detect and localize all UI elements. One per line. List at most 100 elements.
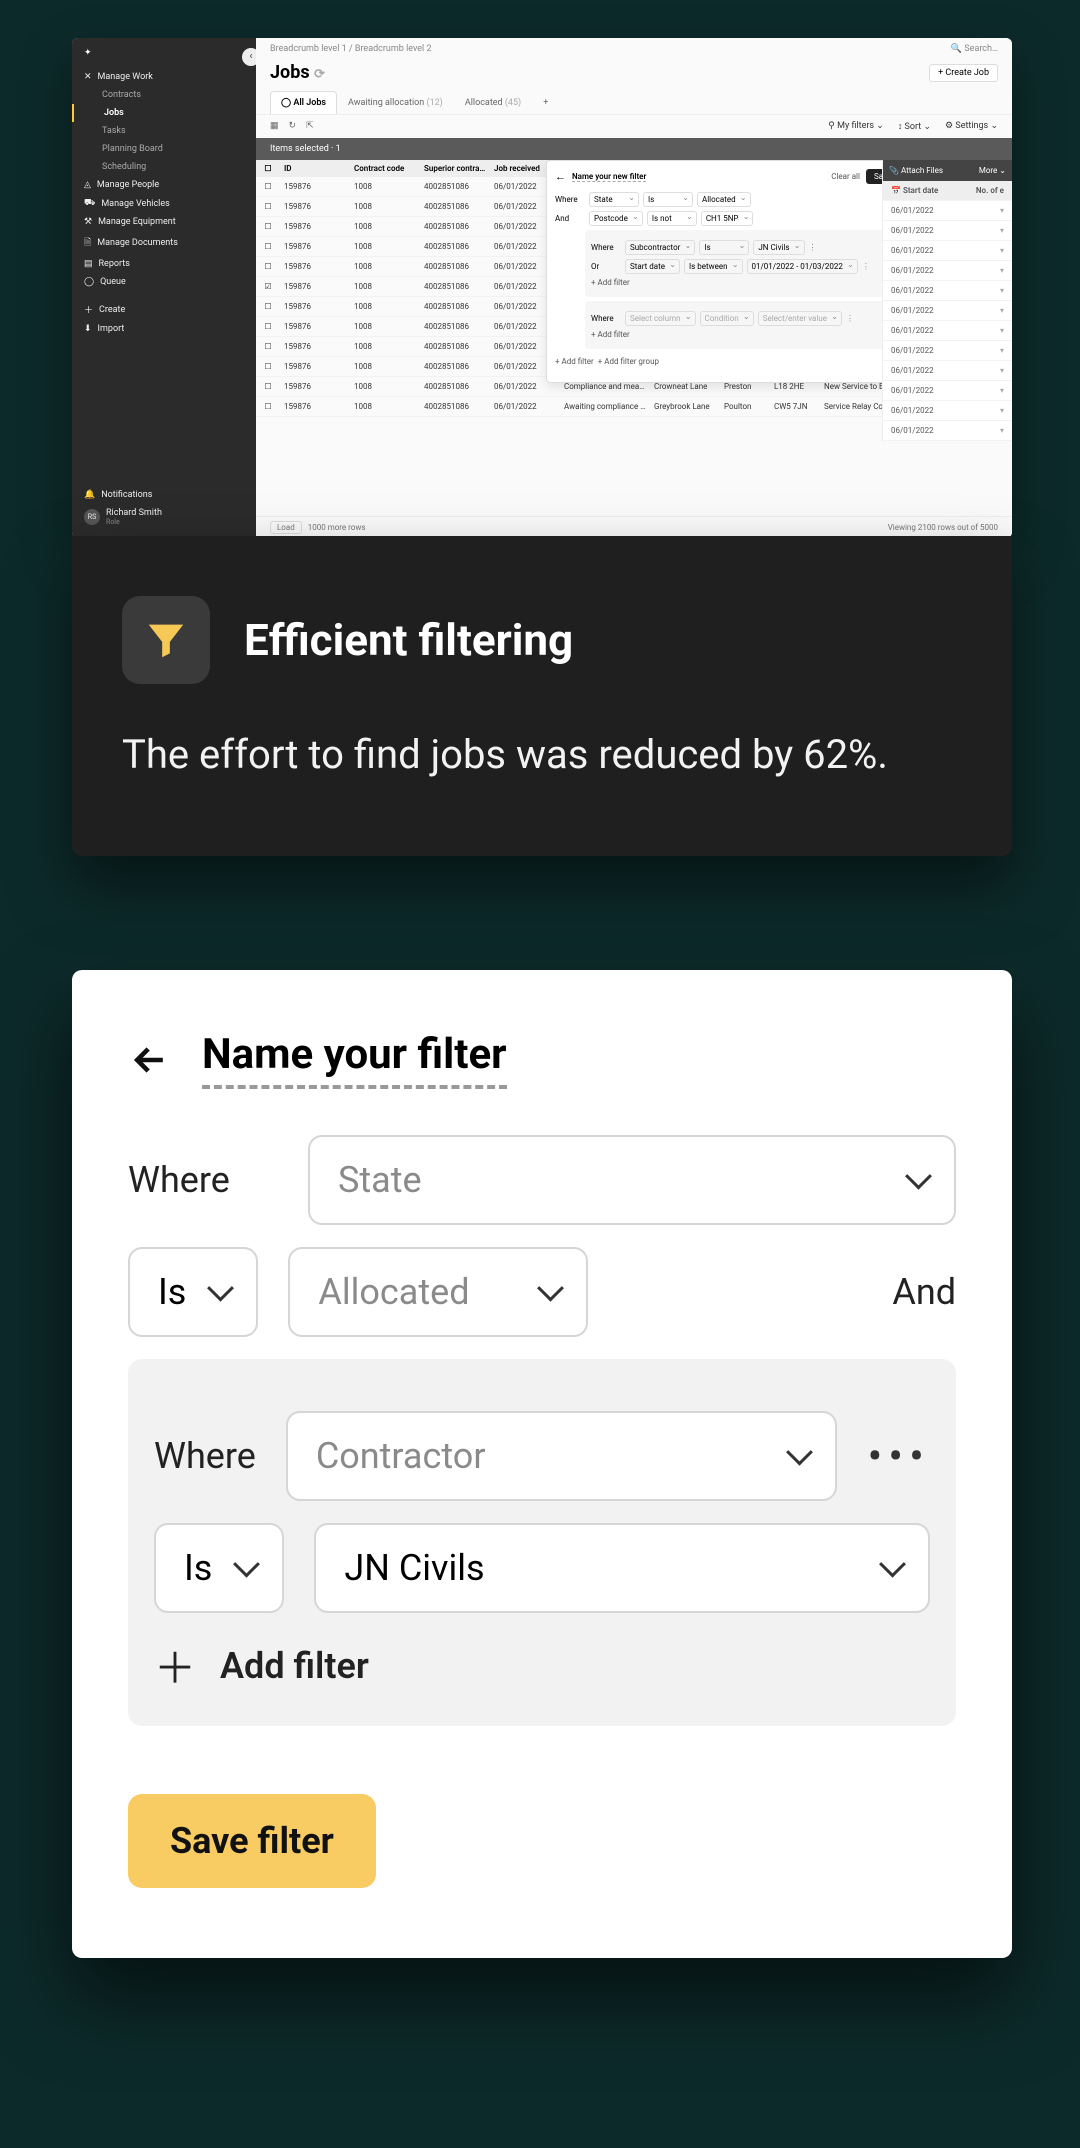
value-select[interactable]: Allocated: [697, 192, 751, 207]
nav-reports[interactable]: ▤ Reports: [72, 255, 256, 273]
col-id[interactable]: ID: [280, 164, 350, 173]
value-select[interactable]: Allocated: [288, 1247, 588, 1337]
save-filter-button[interactable]: Save filter: [128, 1794, 376, 1888]
avatar: RS: [84, 509, 100, 525]
condition-select[interactable]: Is: [154, 1523, 284, 1613]
nav-manage-work[interactable]: ✕ Manage Work: [72, 68, 256, 86]
refresh-icon[interactable]: ↻: [289, 121, 297, 132]
date-row[interactable]: 06/01/2022▾: [883, 241, 1012, 261]
user-name: Richard Smith: [106, 508, 162, 518]
add-filter-button[interactable]: + Add filter: [591, 330, 911, 339]
nav-manage-vehicles[interactable]: ⛟ Manage Vehicles: [72, 194, 256, 213]
back-icon[interactable]: ←: [555, 170, 566, 183]
my-filters-dropdown[interactable]: ⚲ My filters ⌄: [828, 121, 884, 132]
clear-all-button[interactable]: Clear all: [831, 172, 860, 181]
viewing-count: Viewing 2100 rows out of 5000: [888, 523, 998, 532]
nav-queue[interactable]: ◯ Queue: [72, 273, 256, 291]
settings-dropdown[interactable]: ⚙ Settings ⌄: [945, 121, 998, 132]
nav-create[interactable]: ＋ Create: [72, 299, 256, 320]
add-filter-button[interactable]: + Add filter: [555, 357, 594, 366]
feature-body: The effort to find jobs was reduced by 6…: [122, 724, 962, 786]
or-label: Or: [591, 262, 621, 271]
date-row[interactable]: 06/01/2022▾: [883, 281, 1012, 301]
field-select[interactable]: State: [589, 192, 639, 207]
app-screenshot: ✦ ‹ ✕ Manage Work Contracts Jobs Tasks P…: [72, 38, 1012, 538]
nav-user[interactable]: RS Richard Smith Role: [72, 504, 256, 530]
nav-contracts[interactable]: Contracts: [72, 86, 256, 104]
date-row[interactable]: 06/01/2022▾: [883, 381, 1012, 401]
grid-view-icon[interactable]: ▦: [270, 121, 279, 132]
and-label: And: [555, 214, 585, 223]
more-icon[interactable]: ⋮: [809, 243, 819, 252]
filter-group: Where Select column Condition Select/ent…: [585, 301, 917, 349]
condition-select[interactable]: Is not: [647, 211, 697, 226]
filter-name-input[interactable]: Name your filter: [202, 1030, 507, 1089]
back-icon[interactable]: [128, 1038, 172, 1082]
condition-select[interactable]: Is: [699, 240, 749, 255]
more-icon[interactable]: ⋮: [862, 262, 872, 271]
date-row[interactable]: 06/01/2022▾: [883, 361, 1012, 381]
attach-files-button[interactable]: 📎 Attach Files: [889, 166, 943, 175]
field-select[interactable]: State: [308, 1135, 956, 1225]
value-select[interactable]: 01/01/2022 - 01/03/2022: [747, 259, 858, 274]
nav-manage-documents[interactable]: 🗎 Manage Documents: [72, 231, 256, 255]
condition-select[interactable]: Condition: [700, 311, 754, 326]
field-select[interactable]: Contractor: [286, 1411, 838, 1501]
date-row[interactable]: 06/01/2022▾: [883, 401, 1012, 421]
feature-title: Efficient filtering: [244, 614, 573, 666]
nav-scheduling[interactable]: Scheduling: [72, 158, 256, 176]
value-select[interactable]: Select/enter value: [758, 311, 842, 326]
filter-name-input[interactable]: Name your new filter: [572, 172, 646, 182]
selection-bar: Items selected · 1: [256, 138, 1012, 160]
tab-allocated[interactable]: Allocated (45): [454, 91, 532, 114]
tab-all-jobs[interactable]: ◯ All Jobs: [270, 91, 337, 114]
date-row[interactable]: 06/01/2022▾: [883, 321, 1012, 341]
field-select[interactable]: Subcontractor: [625, 240, 695, 255]
nav-import[interactable]: ⬇ Import: [72, 320, 256, 338]
nav-manage-people[interactable]: ◬ Manage People: [72, 176, 256, 194]
col-checkbox[interactable]: ☐: [256, 164, 280, 173]
tab-add[interactable]: +: [532, 91, 559, 114]
more-icon[interactable]: ⋮: [846, 314, 856, 323]
date-row[interactable]: 06/01/2022▾: [883, 261, 1012, 281]
date-row[interactable]: 06/01/2022▾: [883, 341, 1012, 361]
condition-select[interactable]: Is between: [684, 259, 743, 274]
date-row[interactable]: 06/01/2022▾: [883, 201, 1012, 221]
date-row[interactable]: 06/01/2022▾: [883, 421, 1012, 441]
value-select[interactable]: CH1 5NP: [701, 211, 754, 226]
col-contract-code[interactable]: Contract code: [350, 164, 420, 173]
condition-select[interactable]: Is: [128, 1247, 258, 1337]
tab-awaiting-allocation[interactable]: Awaiting allocation (12): [337, 91, 454, 114]
sidebar: ✦ ‹ ✕ Manage Work Contracts Jobs Tasks P…: [72, 38, 256, 538]
field-select[interactable]: Start date: [625, 259, 680, 274]
field-select[interactable]: Postcode: [589, 211, 643, 226]
refresh-icon[interactable]: ⟳: [314, 67, 325, 82]
export-icon[interactable]: ⇱: [306, 121, 314, 132]
global-search[interactable]: 🔍 Search…: [951, 44, 998, 54]
value-select[interactable]: JN Civils: [314, 1523, 930, 1613]
nav-tasks[interactable]: Tasks: [72, 122, 256, 140]
add-filter-button[interactable]: ＋ Add filter: [154, 1635, 930, 1696]
more-icon[interactable]: •••: [867, 1430, 930, 1482]
col-start-date[interactable]: 📅 Start date: [891, 186, 938, 195]
load-more-button[interactable]: Load: [270, 521, 302, 534]
add-filter-group-button[interactable]: + Add filter group: [598, 357, 659, 366]
table-footer: Load1000 more rows Viewing 2100 rows out…: [256, 516, 1012, 538]
condition-select[interactable]: Is: [643, 192, 693, 207]
date-row[interactable]: 06/01/2022▾: [883, 301, 1012, 321]
sort-dropdown[interactable]: ↕ Sort ⌄: [898, 121, 931, 132]
nav-planning-board[interactable]: Planning Board: [72, 140, 256, 158]
nav-notifications[interactable]: 🔔 Notifications: [72, 486, 256, 504]
col-superior-contract-code[interactable]: Superior contract code: [420, 164, 490, 173]
field-select[interactable]: Select column: [625, 311, 696, 326]
add-filter-button[interactable]: + Add filter: [591, 278, 911, 287]
breadcrumb[interactable]: Breadcrumb level 1 / Breadcrumb level 2: [270, 44, 432, 54]
create-job-button[interactable]: + Create Job: [929, 64, 998, 82]
main-panel: Breadcrumb level 1 / Breadcrumb level 2 …: [256, 38, 1012, 538]
nav-jobs[interactable]: Jobs: [72, 104, 256, 122]
value-select[interactable]: JN Civils: [753, 240, 804, 255]
col-number[interactable]: No. of e: [976, 186, 1004, 195]
more-dropdown[interactable]: More ⌄: [979, 166, 1006, 175]
nav-manage-equipment[interactable]: ⚒ Manage Equipment: [72, 213, 256, 231]
date-row[interactable]: 06/01/2022▾: [883, 221, 1012, 241]
